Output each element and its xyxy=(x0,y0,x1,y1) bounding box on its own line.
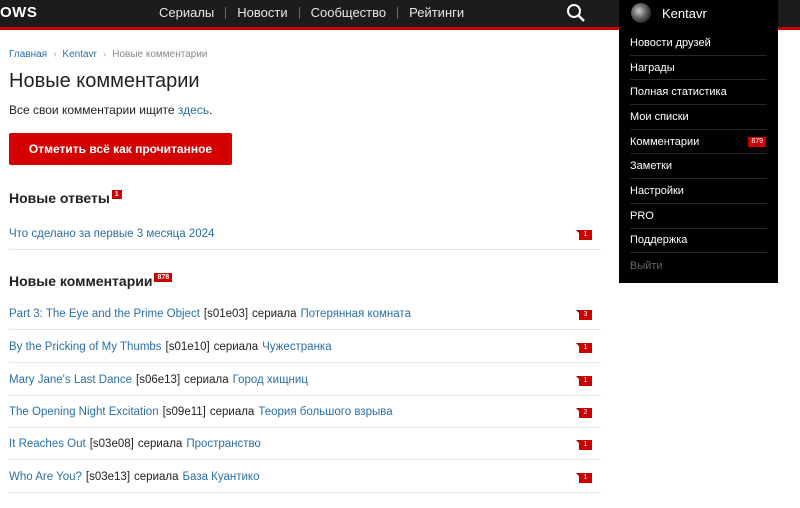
nav-ratings[interactable]: Рейтинги xyxy=(398,5,475,20)
comment-row: It Reaches Out [s03e08] сериала Простран… xyxy=(9,428,601,460)
mark-all-read-button[interactable]: Отметить всё как прочитанное xyxy=(9,133,232,165)
unread-count-badge: 2 xyxy=(576,408,592,418)
episode-code: [s03e13] xyxy=(85,470,131,483)
avatar xyxy=(631,3,651,23)
unread-count-badge: 1 xyxy=(576,230,592,240)
unread-count: 1 xyxy=(583,441,588,448)
menu-item-label: Комментарии xyxy=(630,135,700,148)
hint-prefix: Все свои комментарии ищите xyxy=(9,103,178,117)
menu-item-label: Настройки xyxy=(630,184,684,197)
show-link[interactable]: Потерянная комната xyxy=(301,308,411,320)
user-menu: Kentavr Новости друзей Награды Полная ст… xyxy=(619,0,778,283)
unread-count-badge: 1 xyxy=(576,376,592,386)
comments-count-badge: 879 xyxy=(748,136,766,147)
comment-row: By the Pricking of My Thumbs [s01e10] се… xyxy=(9,331,601,363)
replies-count-badge: 1 xyxy=(111,190,122,199)
unread-count: 1 xyxy=(583,474,588,481)
breadcrumb-separator: › xyxy=(53,48,57,60)
comment-row: Part 3: The Eye and the Prime Object [s0… xyxy=(9,298,601,330)
all-comments-link[interactable]: здесь xyxy=(178,103,209,117)
menu-item-awards[interactable]: Награды xyxy=(630,56,767,81)
breadcrumb-user[interactable]: Kentavr xyxy=(62,49,96,60)
menu-item-support[interactable]: Поддержка xyxy=(630,229,767,254)
nav-community[interactable]: Сообщество xyxy=(300,5,398,20)
menu-item-label: PRO xyxy=(630,209,654,222)
section-title-text: Новые комментарии xyxy=(9,273,153,289)
comments-section-title: Новые комментарии 878 xyxy=(9,273,173,289)
series-word: сериала xyxy=(209,405,255,418)
menu-item-label: Поддержка xyxy=(630,234,688,247)
menu-item-lists[interactable]: Мои списки xyxy=(630,105,767,130)
menu-item-label: Полная статистика xyxy=(630,86,727,99)
hint-suffix: . xyxy=(209,103,213,117)
username: Kentavr xyxy=(662,5,707,21)
series-word: сериала xyxy=(134,470,179,483)
nav-news[interactable]: Новости xyxy=(226,5,298,20)
episode-link[interactable]: By the Pricking of My Thumbs xyxy=(9,341,162,353)
show-link[interactable]: База Куантико xyxy=(183,471,260,483)
comment-row: The Opening Night Excitation [s09e11] се… xyxy=(9,396,601,428)
unread-count-badge: 1 xyxy=(576,473,592,483)
breadcrumb-current: Новые комментарии xyxy=(112,48,208,60)
menu-item-stats[interactable]: Полная статистика xyxy=(630,80,767,106)
episode-code: [s06e13] xyxy=(136,373,181,386)
menu-item-logout[interactable]: Выйти xyxy=(630,253,767,278)
episode-code: [s09e11] xyxy=(162,405,206,418)
menu-item-notes[interactable]: Заметки xyxy=(630,154,767,180)
episode-link[interactable]: The Opening Night Excitation xyxy=(9,406,159,418)
site-logo[interactable]: OWS xyxy=(0,4,37,21)
breadcrumb: Главная › Kentavr › Новые комментарии xyxy=(9,47,601,61)
reply-link[interactable]: Что сделано за первые 3 месяца 2024 xyxy=(9,228,214,240)
show-link[interactable]: Город хищниц xyxy=(233,374,308,386)
menu-item-friends-news[interactable]: Новости друзей xyxy=(630,31,767,56)
section-title-text: Новые ответы xyxy=(9,190,110,206)
page-title: Новые комментарии xyxy=(9,70,200,92)
episode-code: [s01e03] xyxy=(203,307,249,320)
series-word: сериала xyxy=(137,437,183,450)
show-link[interactable]: Чужестранка xyxy=(262,341,331,353)
unread-count-badge: 1 xyxy=(576,440,592,450)
unread-count: 1 xyxy=(583,231,588,238)
unread-count: 3 xyxy=(583,311,588,318)
episode-link[interactable]: Who Are You? xyxy=(9,471,82,483)
show-link[interactable]: Теория большого взрыва xyxy=(258,406,392,418)
nav-series[interactable]: Сериалы xyxy=(148,5,225,20)
breadcrumb-home[interactable]: Главная xyxy=(9,49,47,60)
menu-item-label: Награды xyxy=(630,61,675,74)
menu-item-comments[interactable]: Комментарии 879 xyxy=(630,130,767,155)
hint-text: Все свои комментарии ищите здесь. xyxy=(9,103,601,117)
unread-count: 1 xyxy=(583,377,588,384)
reply-row: Что сделано за первые 3 месяца 2024 1 xyxy=(9,218,601,250)
unread-count: 1 xyxy=(583,344,588,351)
comment-row: Mary Jane's Last Dance [s06e13] сериала … xyxy=(9,364,601,396)
comment-row: Who Are You? [s03e13] сериала База Куант… xyxy=(9,461,601,493)
show-link[interactable]: Пространство xyxy=(186,438,261,450)
unread-count: 2 xyxy=(583,409,588,416)
main-content: Главная › Kentavr › Новые комментарии Но… xyxy=(9,47,601,165)
series-word: сериала xyxy=(184,373,229,386)
user-menu-list: Новости друзей Награды Полная статистика… xyxy=(630,31,767,278)
series-word: сериала xyxy=(213,340,259,353)
menu-item-label: Выйти xyxy=(630,259,663,272)
series-word: сериала xyxy=(252,307,297,320)
main-nav: Сериалы Новости Сообщество Рейтинги xyxy=(148,5,475,20)
unread-count-badge: 3 xyxy=(576,310,592,320)
menu-item-label: Мои списки xyxy=(630,110,689,123)
unread-count-badge: 1 xyxy=(576,343,592,353)
search-icon[interactable] xyxy=(566,3,586,23)
menu-item-label: Новости друзей xyxy=(630,36,711,49)
user-menu-header[interactable]: Kentavr xyxy=(631,3,707,23)
episode-code: [s03e08] xyxy=(89,437,134,450)
episode-link[interactable]: Mary Jane's Last Dance xyxy=(9,374,132,386)
menu-item-label: Заметки xyxy=(630,160,673,173)
replies-section-title: Новые ответы 1 xyxy=(9,190,122,206)
episode-link[interactable]: It Reaches Out xyxy=(9,438,86,450)
comments-count-badge: 878 xyxy=(154,273,173,282)
menu-item-settings[interactable]: Настройки xyxy=(630,179,767,204)
episode-code: [s01e10] xyxy=(165,340,210,353)
menu-item-pro[interactable]: PRO xyxy=(630,204,767,229)
episode-link[interactable]: Part 3: The Eye and the Prime Object xyxy=(9,308,200,320)
breadcrumb-separator: › xyxy=(102,48,107,60)
